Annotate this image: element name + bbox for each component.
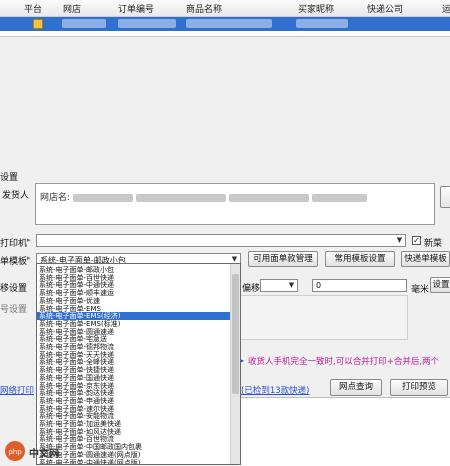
blurred-order [118,19,176,28]
quick-template-button[interactable]: 快递单模板 [401,251,450,267]
blurred-phone [228,193,309,202]
col-buyer[interactable]: 买家昵称 [298,2,334,15]
watermark-logo: php 中文网 [4,440,84,462]
offset-set-button[interactable]: 设置 [430,277,450,293]
order-grid: 平台 网店 订单编号 商品名称 买家昵称 快递公司 运 [0,0,450,37]
network-print-link[interactable]: 网络打印 [0,384,34,396]
available-template-button[interactable]: 可用面单款管理 [248,251,318,267]
order-icon [33,19,43,29]
blurred-product [186,19,272,28]
col-more[interactable]: 运 [442,2,450,15]
table-row[interactable] [0,17,450,31]
watermark-text: 中文网 [29,449,59,460]
new-checkbox[interactable]: ✓ [412,236,421,245]
offset-value: 0 [316,281,322,290]
blurred-buyer [296,19,348,28]
chevron-down-icon: ▼ [396,236,403,244]
section-title: 设置 [0,173,19,183]
sender-label: 发货人 [2,191,30,201]
sender-prefix: 网店名: [40,193,71,203]
php-logo-icon: php [5,441,25,461]
chevron-right-icon: ▸ [27,236,31,244]
side-setting-label: 号设置 [0,305,28,315]
outlet-query-button[interactable]: 网点查询 [330,379,382,396]
offset-direction-select[interactable]: ▼ [260,279,298,292]
dropdown-scrollbar[interactable] [230,264,240,464]
printer-select[interactable]: ▼ [36,234,406,247]
print-preview-button[interactable]: 打印预览 [390,379,448,396]
preview-box [238,295,408,340]
sender-edit-button[interactable] [440,186,450,208]
common-template-button[interactable]: 常用模板设置 [325,251,395,267]
col-platform[interactable]: 平台 [24,2,42,15]
col-order-no[interactable]: 订单编号 [118,2,154,15]
template-label: 单模板 [0,257,28,267]
blurred-extra [311,193,367,202]
offset-sub-label: 偏移 [242,284,261,294]
chevron-right-icon: ▸ [27,254,31,262]
detected-couriers-link[interactable]: (已检到13款快递) [241,384,309,396]
unit-label: 毫米 [411,285,430,295]
col-product[interactable]: 商品名称 [186,2,222,15]
merge-hint: 收货人手机完全一致时,可以合并打印+合并后,两个 [248,357,440,367]
chevron-down-icon: ▼ [288,281,295,289]
col-shop[interactable]: 网店 [63,2,81,15]
blurred-shop [62,19,106,28]
template-dropdown-list[interactable]: 系统-电子面单-邮政小包 系统-电子面单-百世快递 系统-电子面单-中通快递 系统-电… [36,263,241,465]
blurred-sender [72,193,133,202]
sender-field[interactable]: 网店名: [35,183,435,225]
scroll-thumb[interactable] [232,274,239,394]
new-label: 新菜 [424,239,443,249]
blurred-address [135,193,226,202]
col-courier[interactable]: 快递公司 [367,2,403,15]
printer-label: 打印机 [0,239,28,249]
svg-text:php: php [8,448,22,456]
offset-label: 移设置 [0,284,28,294]
log-area [238,397,450,466]
offset-input[interactable]: 0 [312,279,407,292]
grid-header: 平台 网店 订单编号 商品名称 买家昵称 快递公司 运 [0,0,450,17]
